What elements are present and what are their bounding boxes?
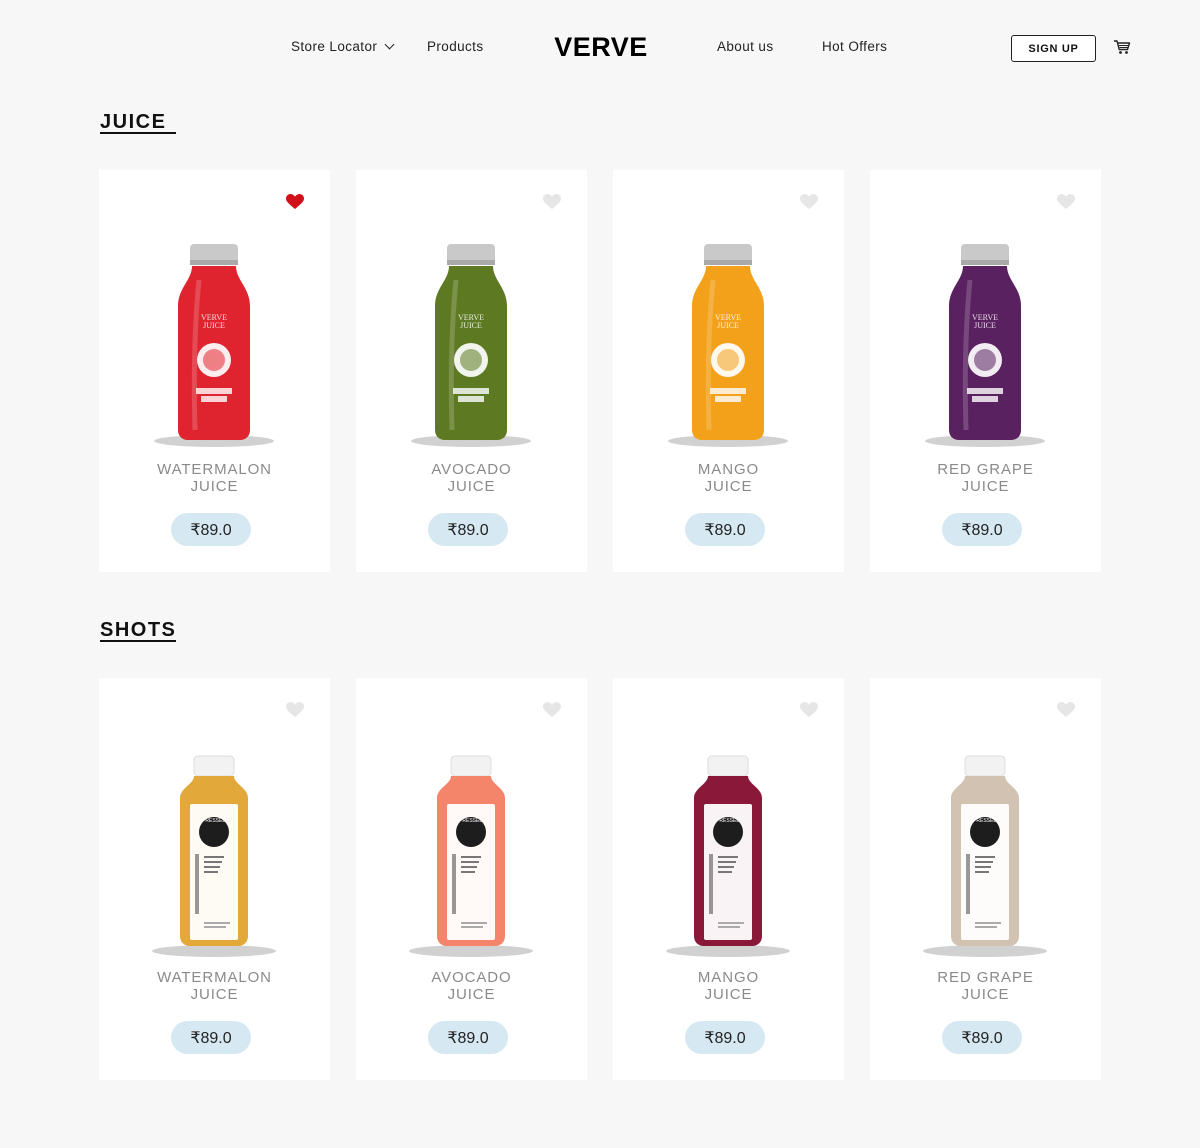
product-card[interactable]: VERVE JUICE RED GRAPE JUICE ₹89.0 bbox=[870, 170, 1101, 572]
heart-icon[interactable] bbox=[800, 194, 818, 210]
section-underline bbox=[100, 132, 176, 134]
product-card[interactable]: VERVE JUICE AVOCADO JUICE ₹89.0 bbox=[356, 170, 587, 572]
heart-icon[interactable] bbox=[1057, 702, 1075, 718]
product-card[interactable]: VERVE JUICE WATERMALON JUICE ₹89.0 bbox=[99, 170, 330, 572]
product-name-line1: MANGO bbox=[697, 969, 760, 986]
sign-up-button[interactable]: SIGN UP bbox=[1011, 35, 1096, 62]
svg-text:JUICE: JUICE bbox=[203, 321, 225, 330]
product-image[interactable]: VERVE JUICE bbox=[613, 236, 844, 456]
product-name: WATERMALON JUICE bbox=[99, 969, 330, 1003]
product-name: RED GRAPE JUICE bbox=[870, 461, 1101, 495]
product-name: MANGO JUICE bbox=[613, 461, 844, 495]
product-image[interactable]: VERVE JUICE bbox=[870, 236, 1101, 456]
section-title-juice: JUICE bbox=[100, 111, 167, 133]
product-name: AVOCADO JUICE bbox=[356, 461, 587, 495]
product-image[interactable]: PRESSED bbox=[356, 744, 587, 964]
logo-text: VERVE bbox=[554, 33, 648, 59]
product-card[interactable]: PRESSED AVOCADO JUICE ₹89.0 bbox=[356, 678, 587, 1080]
svg-text:PRESSED: PRESSED bbox=[973, 818, 997, 824]
product-name-line2: JUICE bbox=[190, 478, 239, 495]
product-image[interactable]: PRESSED bbox=[613, 744, 844, 964]
product-name: WATERMALON JUICE bbox=[99, 461, 330, 495]
svg-text:PRESSED: PRESSED bbox=[202, 818, 226, 824]
product-name-line1: WATERMALON bbox=[157, 969, 272, 986]
price-pill[interactable]: ₹89.0 bbox=[942, 513, 1022, 546]
product-name-line2: JUICE bbox=[704, 986, 753, 1003]
product-name: MANGO JUICE bbox=[613, 969, 844, 1003]
svg-text:JUICE: JUICE bbox=[974, 321, 996, 330]
product-name: AVOCADO JUICE bbox=[356, 969, 587, 1003]
product-name-line2: JUICE bbox=[447, 986, 496, 1003]
heart-filled-icon[interactable] bbox=[286, 194, 304, 210]
price-pill[interactable]: ₹89.0 bbox=[171, 1021, 251, 1054]
product-name-line1: AVOCADO bbox=[431, 969, 512, 986]
price-pill[interactable]: ₹89.0 bbox=[428, 1021, 508, 1054]
svg-text:JUICE: JUICE bbox=[717, 321, 739, 330]
product-image[interactable]: PRESSED bbox=[99, 744, 330, 964]
chevron-down-icon bbox=[384, 39, 395, 50]
product-name-line1: MANGO bbox=[697, 461, 760, 478]
price-pill[interactable]: ₹89.0 bbox=[171, 513, 251, 546]
product-card[interactable]: VERVE JUICE MANGO JUICE ₹89.0 bbox=[613, 170, 844, 572]
product-image[interactable]: VERVE JUICE bbox=[99, 236, 330, 456]
heart-icon[interactable] bbox=[286, 702, 304, 718]
product-name-line2: JUICE bbox=[961, 986, 1010, 1003]
product-card[interactable]: PRESSED WATERMALON JUICE ₹89.0 bbox=[99, 678, 330, 1080]
cart-icon[interactable] bbox=[1113, 38, 1131, 56]
product-grid-juice: VERVE JUICE WATERMALON JUICE ₹89.0 VERVE J… bbox=[99, 170, 1101, 572]
price-pill[interactable]: ₹89.0 bbox=[685, 1021, 765, 1054]
price-pill[interactable]: ₹89.0 bbox=[685, 513, 765, 546]
product-grid-shots: PRESSED WATERMALON JUICE ₹89.0 PRESSED AVO… bbox=[99, 678, 1101, 1080]
nav-store-locator-label: Store Locator bbox=[291, 39, 378, 54]
svg-text:PRESSED: PRESSED bbox=[459, 818, 483, 824]
heart-icon[interactable] bbox=[1057, 194, 1075, 210]
product-name-line1: RED GRAPE bbox=[937, 461, 1034, 478]
nav-store-locator[interactable]: Store Locator bbox=[291, 39, 395, 54]
nav-about-us[interactable]: About us bbox=[717, 39, 774, 54]
verve-logo[interactable]: VERVE bbox=[546, 33, 656, 59]
heart-icon[interactable] bbox=[543, 702, 561, 718]
nav-hot-offers[interactable]: Hot Offers bbox=[822, 39, 887, 54]
product-name-line2: JUICE bbox=[704, 478, 753, 495]
product-image[interactable]: VERVE JUICE bbox=[356, 236, 587, 456]
section-underline bbox=[100, 640, 176, 642]
svg-text:JUICE: JUICE bbox=[460, 321, 482, 330]
price-pill[interactable]: ₹89.0 bbox=[942, 1021, 1022, 1054]
section-title-shots: SHOTS bbox=[100, 619, 177, 641]
product-name-line1: AVOCADO bbox=[431, 461, 512, 478]
product-name: RED GRAPE JUICE bbox=[870, 969, 1101, 1003]
product-name-line2: JUICE bbox=[961, 478, 1010, 495]
svg-text:PRESSED: PRESSED bbox=[716, 818, 740, 824]
product-name-line1: WATERMALON bbox=[157, 461, 272, 478]
product-card[interactable]: PRESSED RED GRAPE JUICE ₹89.0 bbox=[870, 678, 1101, 1080]
product-name-line2: JUICE bbox=[447, 478, 496, 495]
heart-icon[interactable] bbox=[800, 702, 818, 718]
price-pill[interactable]: ₹89.0 bbox=[428, 513, 508, 546]
product-card[interactable]: PRESSED MANGO JUICE ₹89.0 bbox=[613, 678, 844, 1080]
nav-products[interactable]: Products bbox=[427, 39, 483, 54]
heart-icon[interactable] bbox=[543, 194, 561, 210]
product-image[interactable]: PRESSED bbox=[870, 744, 1101, 964]
product-name-line1: RED GRAPE bbox=[937, 969, 1034, 986]
product-name-line2: JUICE bbox=[190, 986, 239, 1003]
